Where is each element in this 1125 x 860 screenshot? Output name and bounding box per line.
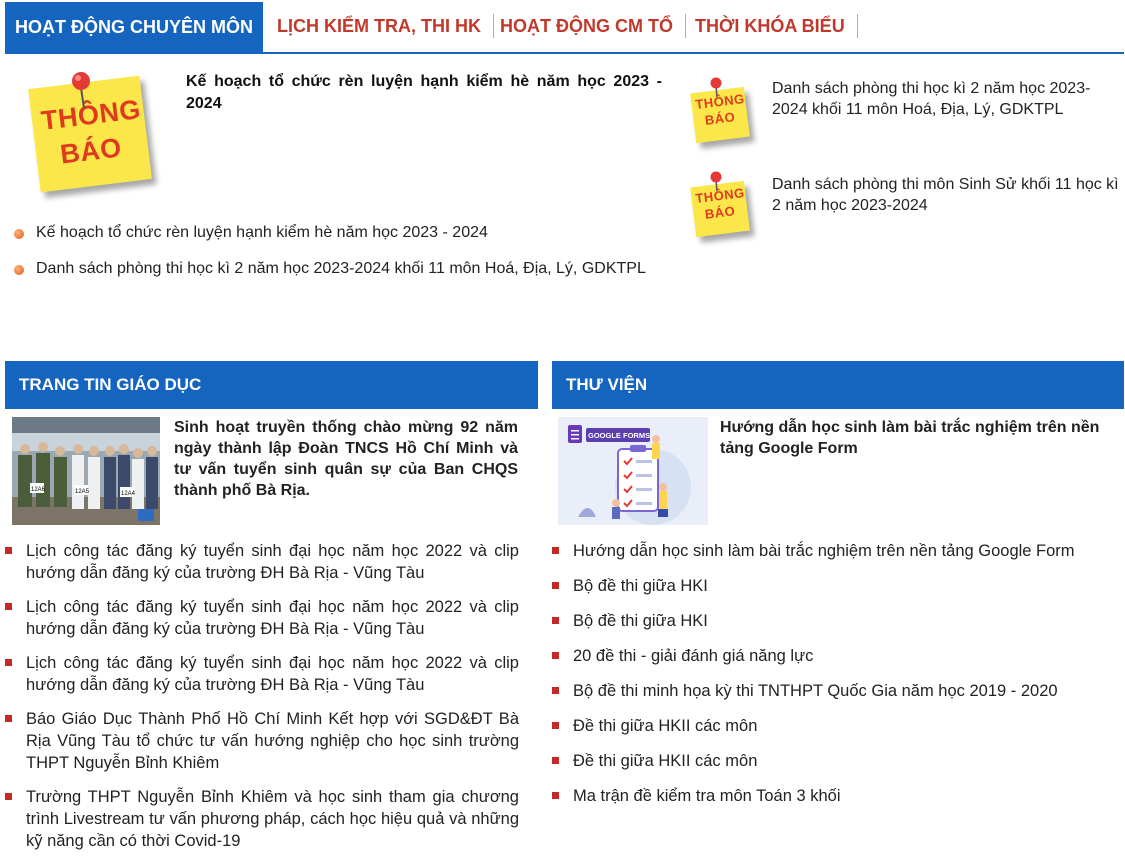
bullet-square-icon [552, 582, 559, 589]
news-featured-photo[interactable]: 12A6 12A5 12A4 [12, 417, 160, 525]
library-panel-header[interactable]: THƯ VIỆN [552, 361, 1124, 409]
bullet-square-icon [5, 603, 12, 610]
list-item[interactable]: Bộ đề thi minh họa kỳ thi TNTHPT Quốc Gi… [552, 680, 1104, 702]
category-tabs: HOẠT ĐỘNG CHUYÊN MÔN LỊCH KIỂM TRA, THI … [5, 0, 1124, 54]
list-item[interactable]: Đề thi giữa HKII các môn [552, 750, 1104, 772]
list-item-text: Bộ đề thi giữa HKI [573, 612, 708, 630]
bullet-square-icon [552, 547, 559, 554]
list-item[interactable]: 20 đề thi - giải đánh giá năng lực [552, 645, 1104, 667]
list-item[interactable]: Báo Giáo Dục Thành Phố Hồ Chí Minh Kết h… [5, 708, 519, 774]
list-item[interactable]: Hướng dẫn học sinh làm bài trắc nghiệm t… [552, 540, 1104, 562]
list-item-text: Ma trận đề kiểm tra môn Toán 3 khối [573, 787, 841, 805]
featured-notice-title[interactable]: Kế hoạch tổ chức rèn luyện hạnh kiểm hè … [186, 71, 662, 115]
side-notice-item[interactable]: THÔNG BÁO Danh sách phòng thi môn Sinh S… [690, 171, 1120, 242]
pushpin-icon [72, 72, 90, 109]
news-featured-title[interactable]: Sinh hoạt truyền thống chào mừng 92 năm … [174, 417, 518, 501]
list-item-text: Báo Giáo Dục Thành Phố Hồ Chí Minh Kết h… [26, 710, 519, 772]
list-item-text: Lịch công tác đăng ký tuyển sinh đại học… [26, 542, 519, 582]
bullet-square-icon [552, 792, 559, 799]
list-item[interactable]: Trường THPT Nguyễn Bỉnh Khiêm và học sin… [5, 786, 519, 852]
photo-sign-text: 12A5 [75, 489, 90, 495]
list-item-text: Bộ đề thi minh họa kỳ thi TNTHPT Quốc Gi… [573, 682, 1058, 700]
pushpin-icon [710, 171, 722, 192]
list-item-text: Đề thi giữa HKII các môn [573, 717, 758, 735]
bullet-square-icon [5, 659, 12, 666]
side-notice-item[interactable]: THÔNG BÁO Danh sách phòng thi học kì 2 n… [690, 77, 1120, 158]
list-item-text: Lịch công tác đăng ký tuyển sinh đại học… [26, 654, 519, 694]
list-item-text: Hướng dẫn học sinh làm bài trắc nghiệm t… [573, 542, 1075, 560]
list-item[interactable]: Lịch công tác đăng ký tuyển sinh đại học… [5, 540, 519, 584]
bullet-square-icon [552, 652, 559, 659]
list-item[interactable]: Bộ đề thi giữa HKI [552, 575, 1104, 597]
thumbnail-label: GOOGLE FORMS [588, 431, 650, 440]
tab-hoat-dong-chuyen-mon[interactable]: HOẠT ĐỘNG CHUYÊN MÔN [5, 2, 263, 52]
bullet-square-icon [552, 687, 559, 694]
side-notice-title: Danh sách phòng thi môn Sinh Sử khối 11 … [772, 176, 1119, 214]
bullet-square-icon [5, 547, 12, 554]
tab-thoi-khoa-bieu[interactable]: THỜI KHÓA BIỂU [695, 14, 858, 38]
pushpin-icon [710, 77, 722, 98]
list-item-text: Kế hoạch tổ chức rèn luyện hạnh kiểm hè … [36, 224, 488, 241]
list-item-text: Đề thi giữa HKII các môn [573, 752, 758, 770]
news-panel-header[interactable]: TRANG TIN GIÁO DỤC [5, 361, 538, 409]
list-item[interactable]: Bộ đề thi giữa HKI [552, 610, 1104, 632]
bullet-square-icon [5, 793, 12, 800]
list-item[interactable]: Đề thi giữa HKII các môn [552, 715, 1104, 737]
list-item-text: 20 đề thi - giải đánh giá năng lực [573, 647, 814, 665]
list-item[interactable]: Lịch công tác đăng ký tuyển sinh đại học… [5, 596, 519, 640]
bullet-dot-icon [14, 229, 24, 239]
library-list: Hướng dẫn học sinh làm bài trắc nghiệm t… [552, 540, 1104, 807]
bullet-square-icon [5, 715, 12, 722]
list-item-text: Danh sách phòng thi học kì 2 năm học 202… [36, 260, 646, 277]
side-notice-title: Danh sách phòng thi học kì 2 năm học 202… [772, 80, 1091, 118]
list-item-text: Lịch công tác đăng ký tuyển sinh đại học… [26, 598, 519, 638]
bullet-square-icon [552, 722, 559, 729]
list-item[interactable]: Danh sách phòng thi học kì 2 năm học 202… [14, 258, 664, 279]
notice-list: Kế hoạch tổ chức rèn luyện hạnh kiểm hè … [14, 222, 664, 294]
library-featured-title[interactable]: Hướng dẫn học sinh làm bài trắc nghiệm t… [720, 417, 1110, 459]
list-item[interactable]: Lịch công tác đăng ký tuyển sinh đại học… [5, 652, 519, 696]
library-featured-thumbnail[interactable]: GOOGLE FORMS [558, 417, 708, 525]
list-item[interactable]: Kế hoạch tổ chức rèn luyện hạnh kiểm hè … [14, 222, 664, 243]
list-item[interactable]: Ma trận đề kiểm tra môn Toán 3 khối [552, 785, 1104, 807]
bullet-square-icon [552, 757, 559, 764]
tab-lich-kiem-tra[interactable]: LỊCH KIỂM TRA, THI HK [277, 14, 494, 38]
photo-sign-text: 12A6 [31, 487, 46, 493]
notice-thumbnail-small[interactable]: THÔNG BÁO [690, 171, 750, 238]
list-item-text: Trường THPT Nguyễn Bỉnh Khiêm và học sin… [26, 788, 519, 850]
photo-sign-text: 12A4 [121, 491, 136, 497]
notice-thumbnail[interactable]: THÔNG BÁO [28, 72, 152, 193]
list-item-text: Bộ đề thi giữa HKI [573, 577, 708, 595]
notice-thumbnail-small[interactable]: THÔNG BÁO [690, 77, 750, 144]
tab-hoat-dong-cm-to[interactable]: HOẠT ĐỘNG CM TỔ [500, 14, 686, 38]
news-list: Lịch công tác đăng ký tuyển sinh đại học… [5, 540, 519, 852]
bullet-dot-icon [14, 265, 24, 275]
bullet-square-icon [552, 617, 559, 624]
